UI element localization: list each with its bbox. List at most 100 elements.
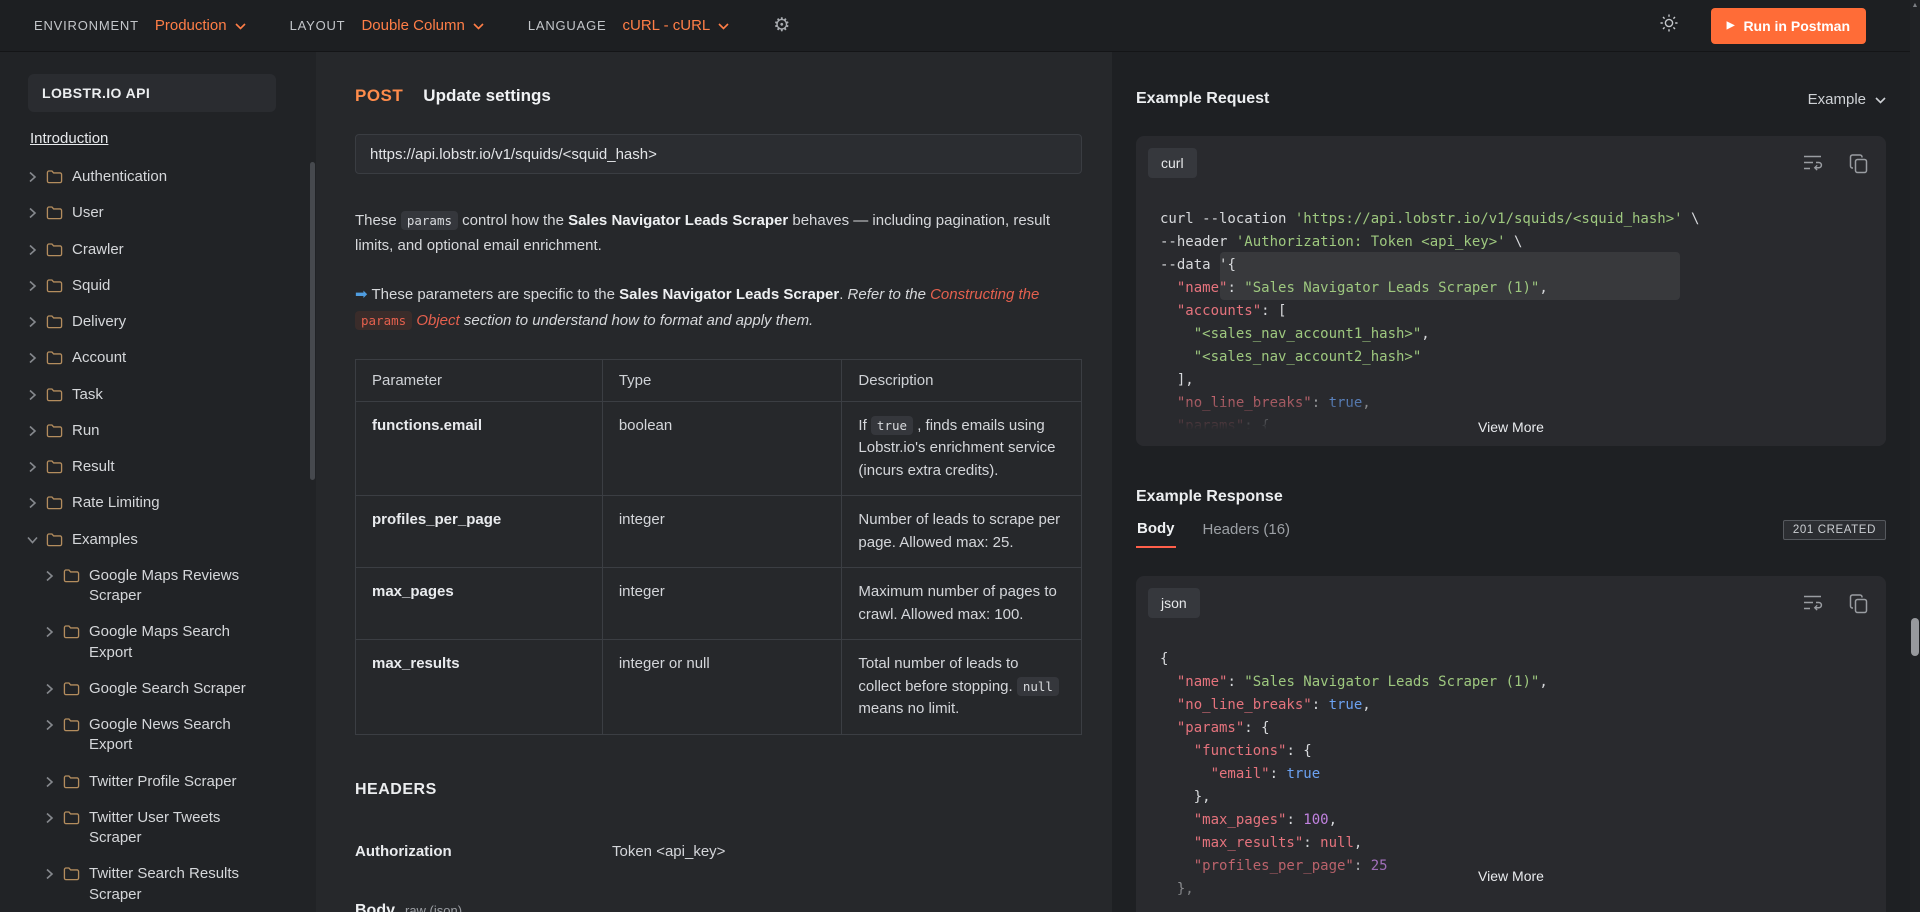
sidebar-folder-item[interactable]: Result bbox=[28, 449, 296, 485]
param-description-cell: If true , finds emails using Lobstr.io's… bbox=[842, 401, 1082, 496]
folder-icon bbox=[46, 495, 63, 510]
param-type-cell: integer or null bbox=[602, 640, 842, 735]
environment-select[interactable]: Production bbox=[155, 17, 246, 34]
copy-icon bbox=[1849, 154, 1868, 179]
sidebar-item-label: Twitter User Tweets Scraper bbox=[89, 808, 261, 849]
folder-icon bbox=[46, 278, 63, 293]
note-paragraph: ➡ These parameters are specific to the S… bbox=[355, 282, 1082, 332]
sidebar-folder-item[interactable]: Crawler bbox=[28, 232, 296, 268]
folder-icon bbox=[63, 774, 80, 789]
example-request-title: Example Request bbox=[1136, 90, 1269, 108]
sidebar-folder-item[interactable]: Rate Limiting bbox=[28, 485, 296, 521]
play-icon: ▶ bbox=[1727, 21, 1735, 31]
copy-button[interactable] bbox=[1849, 154, 1868, 179]
request-url: https://api.lobstr.io/v1/squids/<squid_h… bbox=[355, 134, 1082, 174]
sidebar-folder-item[interactable]: Task bbox=[28, 377, 296, 413]
language-value: cURL - cURL bbox=[622, 17, 710, 34]
example-request-code-block: curl curl --location 'https://api.lobstr… bbox=[1136, 136, 1886, 446]
sidebar-item-introduction[interactable]: Introduction bbox=[30, 130, 108, 147]
view-more-button[interactable]: View More bbox=[1478, 419, 1544, 435]
sun-icon bbox=[1659, 13, 1679, 38]
chevron-right-icon bbox=[45, 719, 54, 731]
example-response-code-block: json { "name": "Sales Navigator Leads Sc… bbox=[1136, 576, 1886, 912]
layout-select[interactable]: Double Column bbox=[361, 17, 483, 34]
scrollbar-thumb[interactable] bbox=[1911, 618, 1919, 656]
status-badge: 201 CREATED bbox=[1783, 520, 1886, 540]
doc-main: POST Update settings https://api.lobstr.… bbox=[316, 52, 1112, 912]
sidebar-example-item[interactable]: Twitter Search Results Scraper bbox=[45, 856, 296, 912]
folder-icon bbox=[63, 568, 80, 583]
example-dropdown[interactable]: Example bbox=[1808, 91, 1886, 108]
body-label: Body bbox=[355, 902, 395, 912]
copy-button[interactable] bbox=[1849, 594, 1868, 619]
sidebar-folder-item[interactable]: User bbox=[28, 195, 296, 231]
param-name-cell: max_results bbox=[356, 640, 603, 735]
chevron-down-icon bbox=[1875, 91, 1886, 108]
example-request-header: Example Request Example bbox=[1136, 90, 1886, 108]
table-row: max_results integer or null Total number… bbox=[356, 640, 1082, 735]
sidebar-folder-item[interactable]: Squid bbox=[28, 268, 296, 304]
sidebar-item-label: Run bbox=[72, 421, 100, 441]
sidebar-item-label: Task bbox=[72, 385, 103, 405]
sidebar-example-item[interactable]: Google News Search Export bbox=[45, 707, 296, 764]
tab-body[interactable]: Body bbox=[1136, 520, 1176, 548]
folder-icon bbox=[46, 387, 63, 402]
sidebar-item-label: Google Maps Search Export bbox=[89, 622, 261, 663]
sidebar-example-item[interactable]: Google Maps Reviews Scraper bbox=[45, 558, 296, 615]
param-description-cell: Maximum number of pages to crawl. Allowe… bbox=[842, 568, 1082, 640]
scrollbar-up-arrow[interactable]: ▲ bbox=[1910, 2, 1920, 9]
chevron-down-icon bbox=[718, 17, 729, 34]
param-type-cell: integer bbox=[602, 496, 842, 568]
language-select[interactable]: cURL - cURL bbox=[622, 17, 729, 34]
column-header-description: Description bbox=[842, 359, 1082, 401]
body-mode-label: raw (json) bbox=[405, 903, 462, 912]
chevron-right-icon bbox=[28, 461, 37, 473]
wrap-text-icon bbox=[1803, 594, 1823, 619]
sidebar-folder-item[interactable]: Delivery bbox=[28, 304, 296, 340]
table-row: profiles_per_page integer Number of lead… bbox=[356, 496, 1082, 568]
sidebar-item-label: Delivery bbox=[72, 312, 126, 332]
chevron-down-icon bbox=[235, 17, 246, 34]
folder-icon bbox=[63, 717, 80, 732]
param-name-cell: profiles_per_page bbox=[356, 496, 603, 568]
param-type-cell: integer bbox=[602, 568, 842, 640]
run-in-postman-button[interactable]: ▶ Run in Postman bbox=[1711, 8, 1866, 44]
wrap-lines-button[interactable] bbox=[1803, 154, 1823, 179]
sidebar-example-item[interactable]: Google Search Scraper bbox=[45, 671, 296, 707]
folder-icon bbox=[46, 532, 63, 547]
tab-headers[interactable]: Headers (16) bbox=[1202, 521, 1292, 547]
sidebar-item-label: Examples bbox=[72, 530, 138, 550]
code-fade bbox=[1136, 388, 1886, 446]
wrap-lines-button[interactable] bbox=[1803, 594, 1823, 619]
window-scrollbar[interactable]: ▲ bbox=[1910, 0, 1920, 912]
authorization-header-row: Authorization Token <api_key> bbox=[355, 843, 1082, 860]
sidebar-item-label: Crawler bbox=[72, 240, 124, 260]
sidebar-example-item[interactable]: Twitter Profile Scraper bbox=[45, 764, 296, 800]
sidebar-item-label: Google News Search Export bbox=[89, 715, 261, 756]
view-more-button[interactable]: View More bbox=[1478, 868, 1544, 884]
chevron-right-icon bbox=[28, 280, 37, 292]
sidebar-folder-examples[interactable]: Examples bbox=[28, 522, 296, 558]
settings-gear-button[interactable]: ⚙ bbox=[773, 16, 790, 35]
environment-value: Production bbox=[155, 17, 227, 34]
sidebar-folder-item[interactable]: Authentication bbox=[28, 159, 296, 195]
theme-toggle-button[interactable] bbox=[1659, 13, 1679, 38]
sidebar-example-item[interactable]: Google Maps Search Export bbox=[45, 614, 296, 671]
column-header-parameter: Parameter bbox=[356, 359, 603, 401]
sidebar-item-label: Twitter Profile Scraper bbox=[89, 772, 237, 792]
chevron-right-icon bbox=[45, 626, 54, 638]
environment-label: ENVIRONMENT bbox=[34, 18, 139, 33]
wrap-text-icon bbox=[1803, 154, 1823, 179]
http-method-badge: POST bbox=[355, 86, 403, 106]
sidebar-item-label: User bbox=[72, 203, 104, 223]
example-response-title: Example Response bbox=[1136, 488, 1283, 506]
param-name-cell: max_pages bbox=[356, 568, 603, 640]
sidebar-scrollbar-thumb[interactable] bbox=[310, 162, 315, 480]
folder-icon bbox=[63, 681, 80, 696]
chevron-right-icon bbox=[28, 389, 37, 401]
sidebar-folder-item[interactable]: Run bbox=[28, 413, 296, 449]
sidebar-example-item[interactable]: Twitter User Tweets Scraper bbox=[45, 800, 296, 857]
sidebar-folder-item[interactable]: Account bbox=[28, 340, 296, 376]
sidebar-item-label: Twitter Search Results Scraper bbox=[89, 864, 261, 905]
folder-icon bbox=[63, 810, 80, 825]
